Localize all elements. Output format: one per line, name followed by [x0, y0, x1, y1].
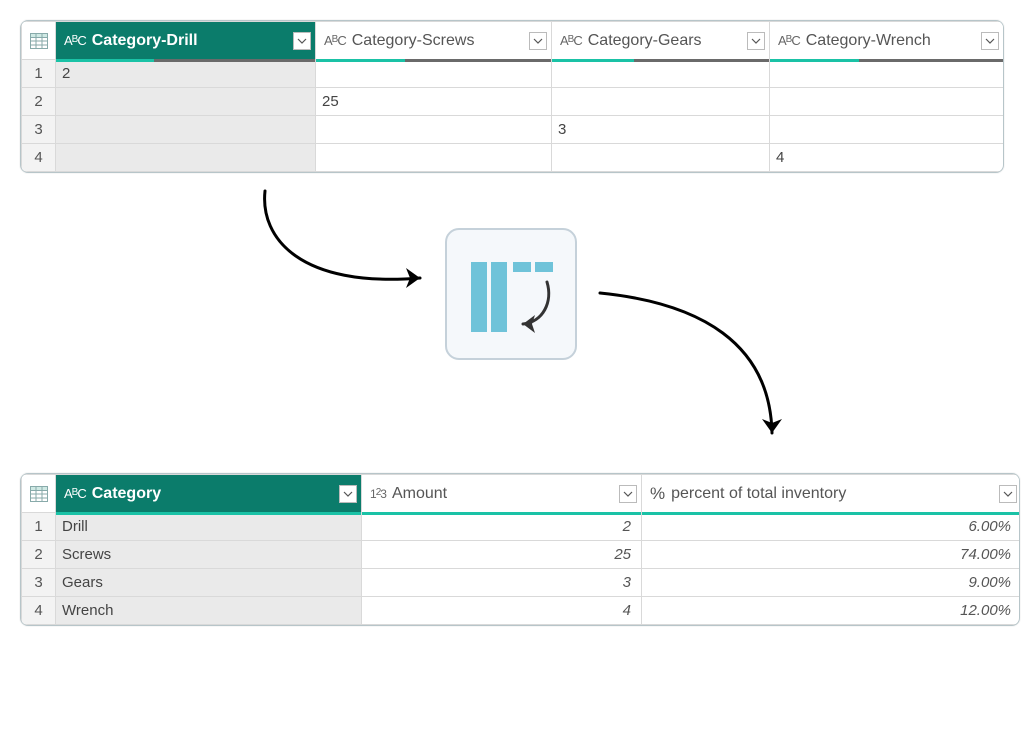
unpivot-columns-icon — [445, 228, 577, 360]
table-icon — [30, 486, 48, 502]
column-label: Category — [92, 485, 333, 503]
column-label: Amount — [392, 485, 613, 503]
cell[interactable] — [316, 144, 552, 172]
cell[interactable]: 2 — [56, 60, 316, 88]
column-header-percent[interactable]: % percent of total inventory — [642, 475, 1021, 513]
row-number[interactable]: 1 — [22, 513, 56, 541]
abc-type-icon: ABC — [64, 486, 86, 501]
cell[interactable] — [56, 144, 316, 172]
cell-category[interactable]: Screws — [56, 541, 362, 569]
abc-type-icon: ABC — [778, 33, 800, 48]
row-number[interactable]: 4 — [22, 597, 56, 625]
table-corner-cell[interactable] — [22, 475, 56, 513]
cell-amount[interactable]: 3 — [362, 569, 642, 597]
chevron-down-icon — [533, 38, 543, 44]
cell[interactable] — [552, 88, 770, 116]
abc-type-icon: ABC — [64, 33, 86, 48]
cell[interactable] — [770, 116, 1004, 144]
cell[interactable] — [552, 60, 770, 88]
cell[interactable] — [56, 88, 316, 116]
column-header-category-drill[interactable]: ABC Category-Drill — [56, 22, 316, 60]
column-label: Category-Gears — [588, 32, 741, 50]
column-filter-button[interactable] — [339, 485, 357, 503]
cell-percent[interactable]: 74.00% — [642, 541, 1021, 569]
column-filter-button[interactable] — [981, 32, 999, 50]
chevron-down-icon — [985, 38, 995, 44]
number-type-icon: 123 — [370, 487, 386, 501]
cell-category[interactable]: Gears — [56, 569, 362, 597]
column-filter-button[interactable] — [747, 32, 765, 50]
abc-type-icon: ABC — [560, 33, 582, 48]
column-header-category[interactable]: ABC Category — [56, 475, 362, 513]
cell[interactable] — [770, 88, 1004, 116]
column-header-category-wrench[interactable]: ABC Category-Wrench — [770, 22, 1004, 60]
abc-type-icon: ABC — [324, 33, 346, 48]
cell[interactable]: 4 — [770, 144, 1004, 172]
column-label: Category-Screws — [352, 32, 523, 50]
column-label: percent of total inventory — [671, 485, 993, 503]
cell[interactable] — [552, 144, 770, 172]
arrow-out-icon — [580, 273, 840, 463]
table-row[interactable]: 1 Drill 2 6.00% — [22, 513, 1021, 541]
cell-percent[interactable]: 12.00% — [642, 597, 1021, 625]
result-table: ABC Category 123 Amount — [20, 473, 1020, 626]
chevron-down-icon — [623, 491, 633, 497]
cell[interactable]: 25 — [316, 88, 552, 116]
chevron-down-icon — [297, 38, 307, 44]
chevron-down-icon — [343, 491, 353, 497]
table-row[interactable]: 2 25 — [22, 88, 1004, 116]
source-table: ABC Category-Drill ABC Category-Screws — [20, 20, 1004, 173]
table-row[interactable]: 4 4 — [22, 144, 1004, 172]
table-row[interactable]: 3 Gears 3 9.00% — [22, 569, 1021, 597]
cell[interactable] — [316, 116, 552, 144]
chevron-down-icon — [1003, 491, 1013, 497]
table-row[interactable]: 4 Wrench 4 12.00% — [22, 597, 1021, 625]
column-filter-button[interactable] — [619, 485, 637, 503]
cell-amount[interactable]: 2 — [362, 513, 642, 541]
table-corner-cell[interactable] — [22, 22, 56, 60]
cell[interactable]: 3 — [552, 116, 770, 144]
column-header-category-gears[interactable]: ABC Category-Gears — [552, 22, 770, 60]
cell[interactable] — [316, 60, 552, 88]
cell-percent[interactable]: 6.00% — [642, 513, 1021, 541]
column-label: Category-Drill — [92, 32, 287, 50]
column-filter-button[interactable] — [999, 485, 1017, 503]
row-number[interactable]: 4 — [22, 144, 56, 172]
cell-amount[interactable]: 4 — [362, 597, 642, 625]
percent-type-icon: % — [650, 484, 665, 504]
chevron-down-icon — [751, 38, 761, 44]
row-number[interactable]: 2 — [22, 541, 56, 569]
table-row[interactable]: 2 Screws 25 74.00% — [22, 541, 1021, 569]
cell[interactable] — [770, 60, 1004, 88]
row-number[interactable]: 1 — [22, 60, 56, 88]
table-row[interactable]: 1 2 — [22, 60, 1004, 88]
cell[interactable] — [56, 116, 316, 144]
cell-category[interactable]: Drill — [56, 513, 362, 541]
column-filter-button[interactable] — [293, 32, 311, 50]
row-number[interactable]: 2 — [22, 88, 56, 116]
row-number[interactable]: 3 — [22, 569, 56, 597]
column-header-category-screws[interactable]: ABC Category-Screws — [316, 22, 552, 60]
column-label: Category-Wrench — [806, 32, 975, 50]
cell-category[interactable]: Wrench — [56, 597, 362, 625]
column-filter-button[interactable] — [529, 32, 547, 50]
table-icon — [30, 33, 48, 49]
table-row[interactable]: 3 3 — [22, 116, 1004, 144]
cell-percent[interactable]: 9.00% — [642, 569, 1021, 597]
cell-amount[interactable]: 25 — [362, 541, 642, 569]
column-header-amount[interactable]: 123 Amount — [362, 475, 642, 513]
transform-diagram — [20, 173, 1004, 473]
row-number[interactable]: 3 — [22, 116, 56, 144]
